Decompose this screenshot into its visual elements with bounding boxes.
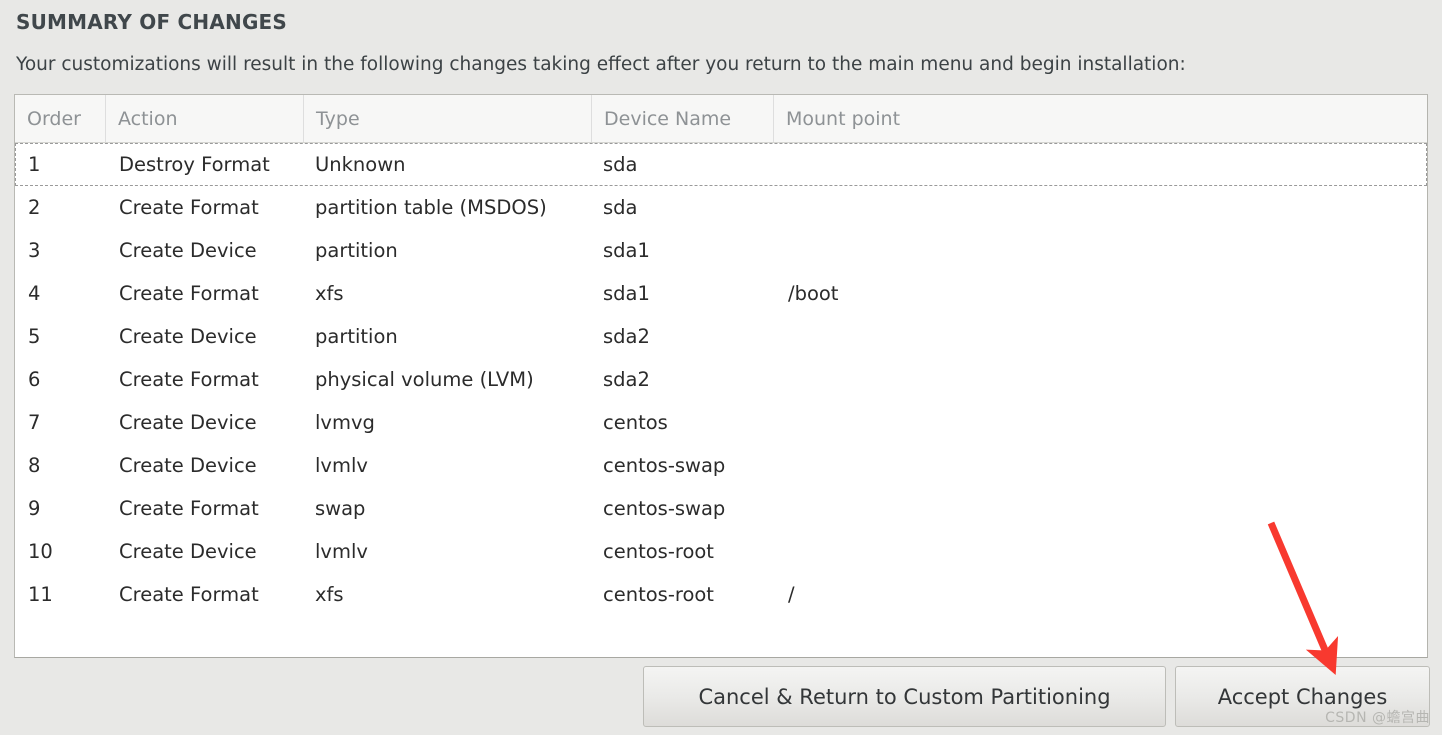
cell-order: 9: [15, 497, 106, 520]
cell-order: 5: [15, 325, 106, 348]
table-row[interactable]: 7Create Devicelvmvgcentos: [15, 401, 1427, 444]
cell-action: Create Format: [106, 497, 304, 520]
cancel-and-return-to-custom-partitioning-button[interactable]: Cancel & Return to Custom Partitioning: [643, 666, 1166, 727]
table-row[interactable]: 9Create Formatswapcentos-swap: [15, 487, 1427, 530]
cell-order: 4: [15, 282, 106, 305]
cell-device-name: centos-root: [592, 583, 774, 606]
table-row[interactable]: 11Create Formatxfscentos-root/: [15, 573, 1427, 616]
cell-device-name: centos-swap: [592, 454, 774, 477]
table-row[interactable]: 3Create Devicepartitionsda1: [15, 229, 1427, 272]
table-row[interactable]: 10Create Devicelvmlvcentos-root: [15, 530, 1427, 573]
cell-type: Unknown: [304, 153, 592, 176]
summary-of-changes-table: Order Action Type Device Name Mount poin…: [14, 94, 1428, 658]
column-header-type[interactable]: Type: [304, 95, 592, 142]
cell-type: lvmvg: [304, 411, 592, 434]
table-row[interactable]: 6Create Formatphysical volume (LVM)sda2: [15, 358, 1427, 401]
cell-order: 8: [15, 454, 106, 477]
column-header-action[interactable]: Action: [106, 95, 304, 142]
cell-type: swap: [304, 497, 592, 520]
page-description: Your customizations will result in the f…: [16, 54, 1186, 75]
cell-type: physical volume (LVM): [304, 368, 592, 391]
cell-device-name: sda1: [592, 282, 774, 305]
cell-action: Create Device: [106, 411, 304, 434]
column-header-mount-point[interactable]: Mount point: [774, 95, 1426, 142]
cell-action: Create Format: [106, 282, 304, 305]
table-row[interactable]: 2Create Formatpartition table (MSDOS)sda: [15, 186, 1427, 229]
cell-device-name: sda2: [592, 368, 774, 391]
cell-order: 1: [15, 153, 106, 176]
cell-action: Create Device: [106, 540, 304, 563]
cell-action: Create Format: [106, 196, 304, 219]
cell-type: xfs: [304, 583, 592, 606]
column-header-device-name[interactable]: Device Name: [592, 95, 774, 142]
table-row[interactable]: 8Create Devicelvmlvcentos-swap: [15, 444, 1427, 487]
cell-device-name: sda1: [592, 239, 774, 262]
cell-device-name: centos-root: [592, 540, 774, 563]
table-row[interactable]: 1Destroy FormatUnknownsda: [15, 143, 1427, 186]
table-header-row: Order Action Type Device Name Mount poin…: [15, 95, 1427, 143]
cell-order: 10: [15, 540, 106, 563]
cell-type: partition table (MSDOS): [304, 196, 592, 219]
cell-action: Create Device: [106, 454, 304, 477]
cell-device-name: centos: [592, 411, 774, 434]
table-body: 1Destroy FormatUnknownsda2Create Formatp…: [15, 143, 1427, 616]
cell-device-name: sda2: [592, 325, 774, 348]
cell-order: 7: [15, 411, 106, 434]
cell-order: 6: [15, 368, 106, 391]
table-row[interactable]: 5Create Devicepartitionsda2: [15, 315, 1427, 358]
cell-action: Create Device: [106, 325, 304, 348]
page-title: SUMMARY OF CHANGES: [16, 10, 287, 34]
cell-action: Create Device: [106, 239, 304, 262]
cell-type: partition: [304, 239, 592, 262]
dialog-button-bar: Cancel & Return to Custom Partitioning A…: [0, 666, 1442, 735]
cell-order: 11: [15, 583, 106, 606]
cell-device-name: sda: [592, 153, 774, 176]
cell-type: xfs: [304, 282, 592, 305]
cell-type: partition: [304, 325, 592, 348]
cell-device-name: sda: [592, 196, 774, 219]
cell-order: 3: [15, 239, 106, 262]
cell-mount-point: /boot: [774, 282, 1426, 305]
column-header-order[interactable]: Order: [15, 95, 106, 142]
table-row[interactable]: 4Create Formatxfssda1/boot: [15, 272, 1427, 315]
cell-mount-point: /: [774, 583, 1426, 606]
cell-order: 2: [15, 196, 106, 219]
cell-type: lvmlv: [304, 540, 592, 563]
cell-action: Create Format: [106, 583, 304, 606]
cell-action: Destroy Format: [106, 153, 304, 176]
cell-action: Create Format: [106, 368, 304, 391]
cell-type: lvmlv: [304, 454, 592, 477]
csdn-watermark: CSDN @蟾宫曲: [1325, 707, 1430, 727]
cell-device-name: centos-swap: [592, 497, 774, 520]
